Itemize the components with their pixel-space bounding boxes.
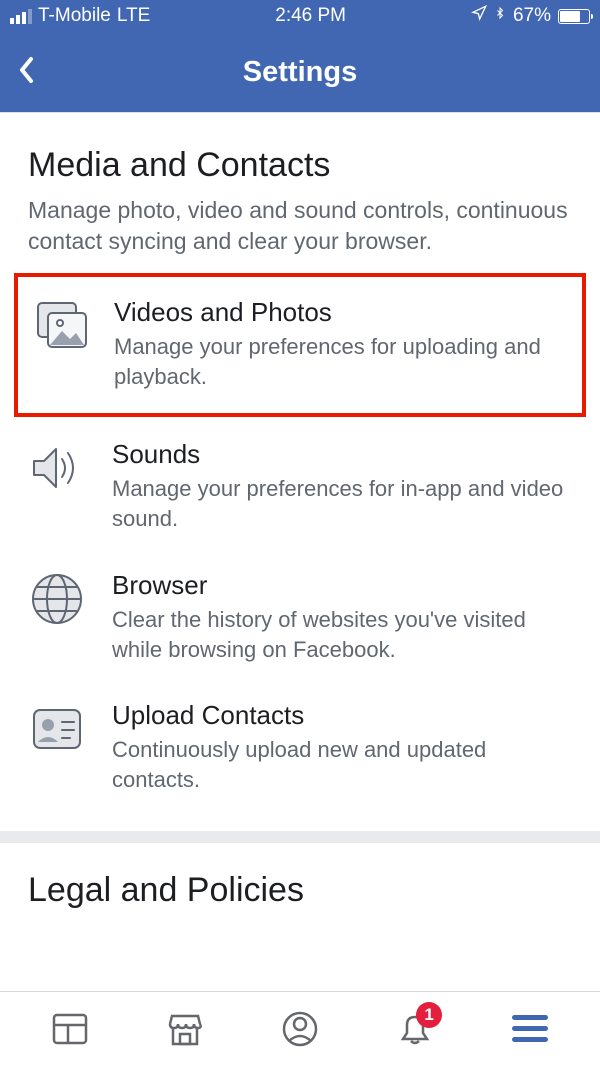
legal-section-title: Legal and Policies: [28, 871, 572, 910]
tab-news-feed[interactable]: [47, 1006, 93, 1052]
header: Settings: [0, 32, 600, 112]
signal-bars-icon: [10, 9, 32, 24]
tab-notifications[interactable]: 1: [392, 1006, 438, 1052]
profile-icon: [280, 1009, 320, 1049]
section-divider: [0, 831, 600, 843]
settings-item-browser[interactable]: Browser Clear the history of websites yo…: [0, 552, 600, 682]
settings-item-sounds[interactable]: Sounds Manage your preferences for in-ap…: [0, 421, 600, 551]
setting-desc: Continuously upload new and updated cont…: [112, 735, 572, 794]
battery-icon: [558, 9, 590, 24]
settings-item-upload-contacts[interactable]: Upload Contacts Continuously upload new …: [0, 682, 600, 812]
setting-title: Sounds: [112, 439, 572, 470]
carrier-label: T-Mobile: [38, 5, 111, 27]
hamburger-icon: [512, 1015, 548, 1042]
photos-icon: [34, 297, 92, 355]
setting-title: Videos and Photos: [114, 297, 566, 328]
battery-percent-label: 67%: [513, 5, 551, 27]
tab-bar: 1: [0, 991, 600, 1065]
status-left: T-Mobile LTE: [10, 5, 150, 27]
section-title: Media and Contacts: [28, 146, 572, 185]
tab-profile[interactable]: [277, 1006, 323, 1052]
status-bar: T-Mobile LTE 2:46 PM 67%: [0, 0, 600, 32]
tab-marketplace[interactable]: [162, 1006, 208, 1052]
network-label: LTE: [117, 5, 150, 27]
notification-badge: 1: [416, 1002, 442, 1028]
section-header: Media and Contacts Manage photo, video a…: [0, 112, 600, 271]
back-button[interactable]: [18, 56, 34, 89]
location-icon: [471, 5, 487, 27]
contacts-icon: [28, 700, 86, 758]
sounds-icon: [28, 439, 86, 497]
setting-title: Browser: [112, 570, 572, 601]
setting-desc: Manage your preferences for uploading an…: [114, 332, 566, 391]
bluetooth-icon: [494, 4, 506, 28]
setting-title: Upload Contacts: [112, 700, 572, 731]
page-title: Settings: [243, 56, 357, 89]
content-scroll[interactable]: Media and Contacts Manage photo, video a…: [0, 112, 600, 991]
legal-section-header: Legal and Policies: [0, 843, 600, 920]
settings-item-videos-photos[interactable]: Videos and Photos Manage your preference…: [14, 273, 586, 417]
chevron-left-icon: [18, 56, 34, 84]
status-right: 67%: [471, 4, 590, 28]
section-subtitle: Manage photo, video and sound controls, …: [28, 195, 572, 257]
browser-icon: [28, 570, 86, 628]
clock-label: 2:46 PM: [275, 5, 346, 27]
tab-menu[interactable]: [507, 1006, 553, 1052]
news-feed-icon: [50, 1009, 90, 1049]
setting-desc: Clear the history of websites you've vis…: [112, 605, 572, 664]
marketplace-icon: [164, 1008, 206, 1050]
setting-desc: Manage your preferences for in-app and v…: [112, 474, 572, 533]
